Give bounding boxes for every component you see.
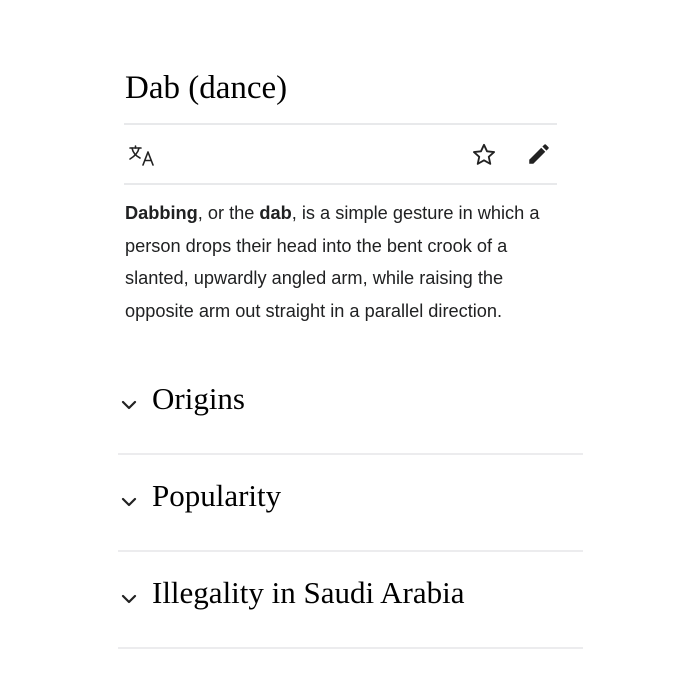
pencil-icon[interactable] [526, 141, 552, 167]
section-label-popularity: Popularity [152, 478, 282, 513]
section-divider [118, 453, 583, 455]
section-heading-popularity[interactable]: Popularity [118, 456, 583, 552]
page-actions-toolbar [124, 126, 557, 184]
section-label-illegality: Illegality in Saudi Arabia [152, 575, 465, 610]
star-icon[interactable] [471, 142, 497, 168]
chevron-down-icon [121, 594, 137, 604]
bold-term-dab: dab [259, 203, 292, 223]
chevron-down-icon [121, 400, 137, 410]
translate-icon[interactable] [128, 144, 156, 166]
section-heading-origins[interactable]: Origins [118, 359, 583, 455]
chevron-down-icon [121, 497, 137, 507]
section-label-origins: Origins [152, 381, 245, 416]
section-divider [118, 550, 583, 552]
section-heading-illegality[interactable]: Illegality in Saudi Arabia [118, 553, 583, 649]
toolbar-divider [124, 183, 557, 185]
lead-paragraph: Dabbing, or the dab, is a simple gesture… [125, 197, 565, 327]
page-title: Dab (dance) [125, 70, 288, 106]
bold-term-dabbing: Dabbing [125, 203, 198, 223]
lead-text-1: , or the [197, 203, 260, 223]
title-divider [124, 123, 557, 125]
section-divider [118, 647, 583, 649]
